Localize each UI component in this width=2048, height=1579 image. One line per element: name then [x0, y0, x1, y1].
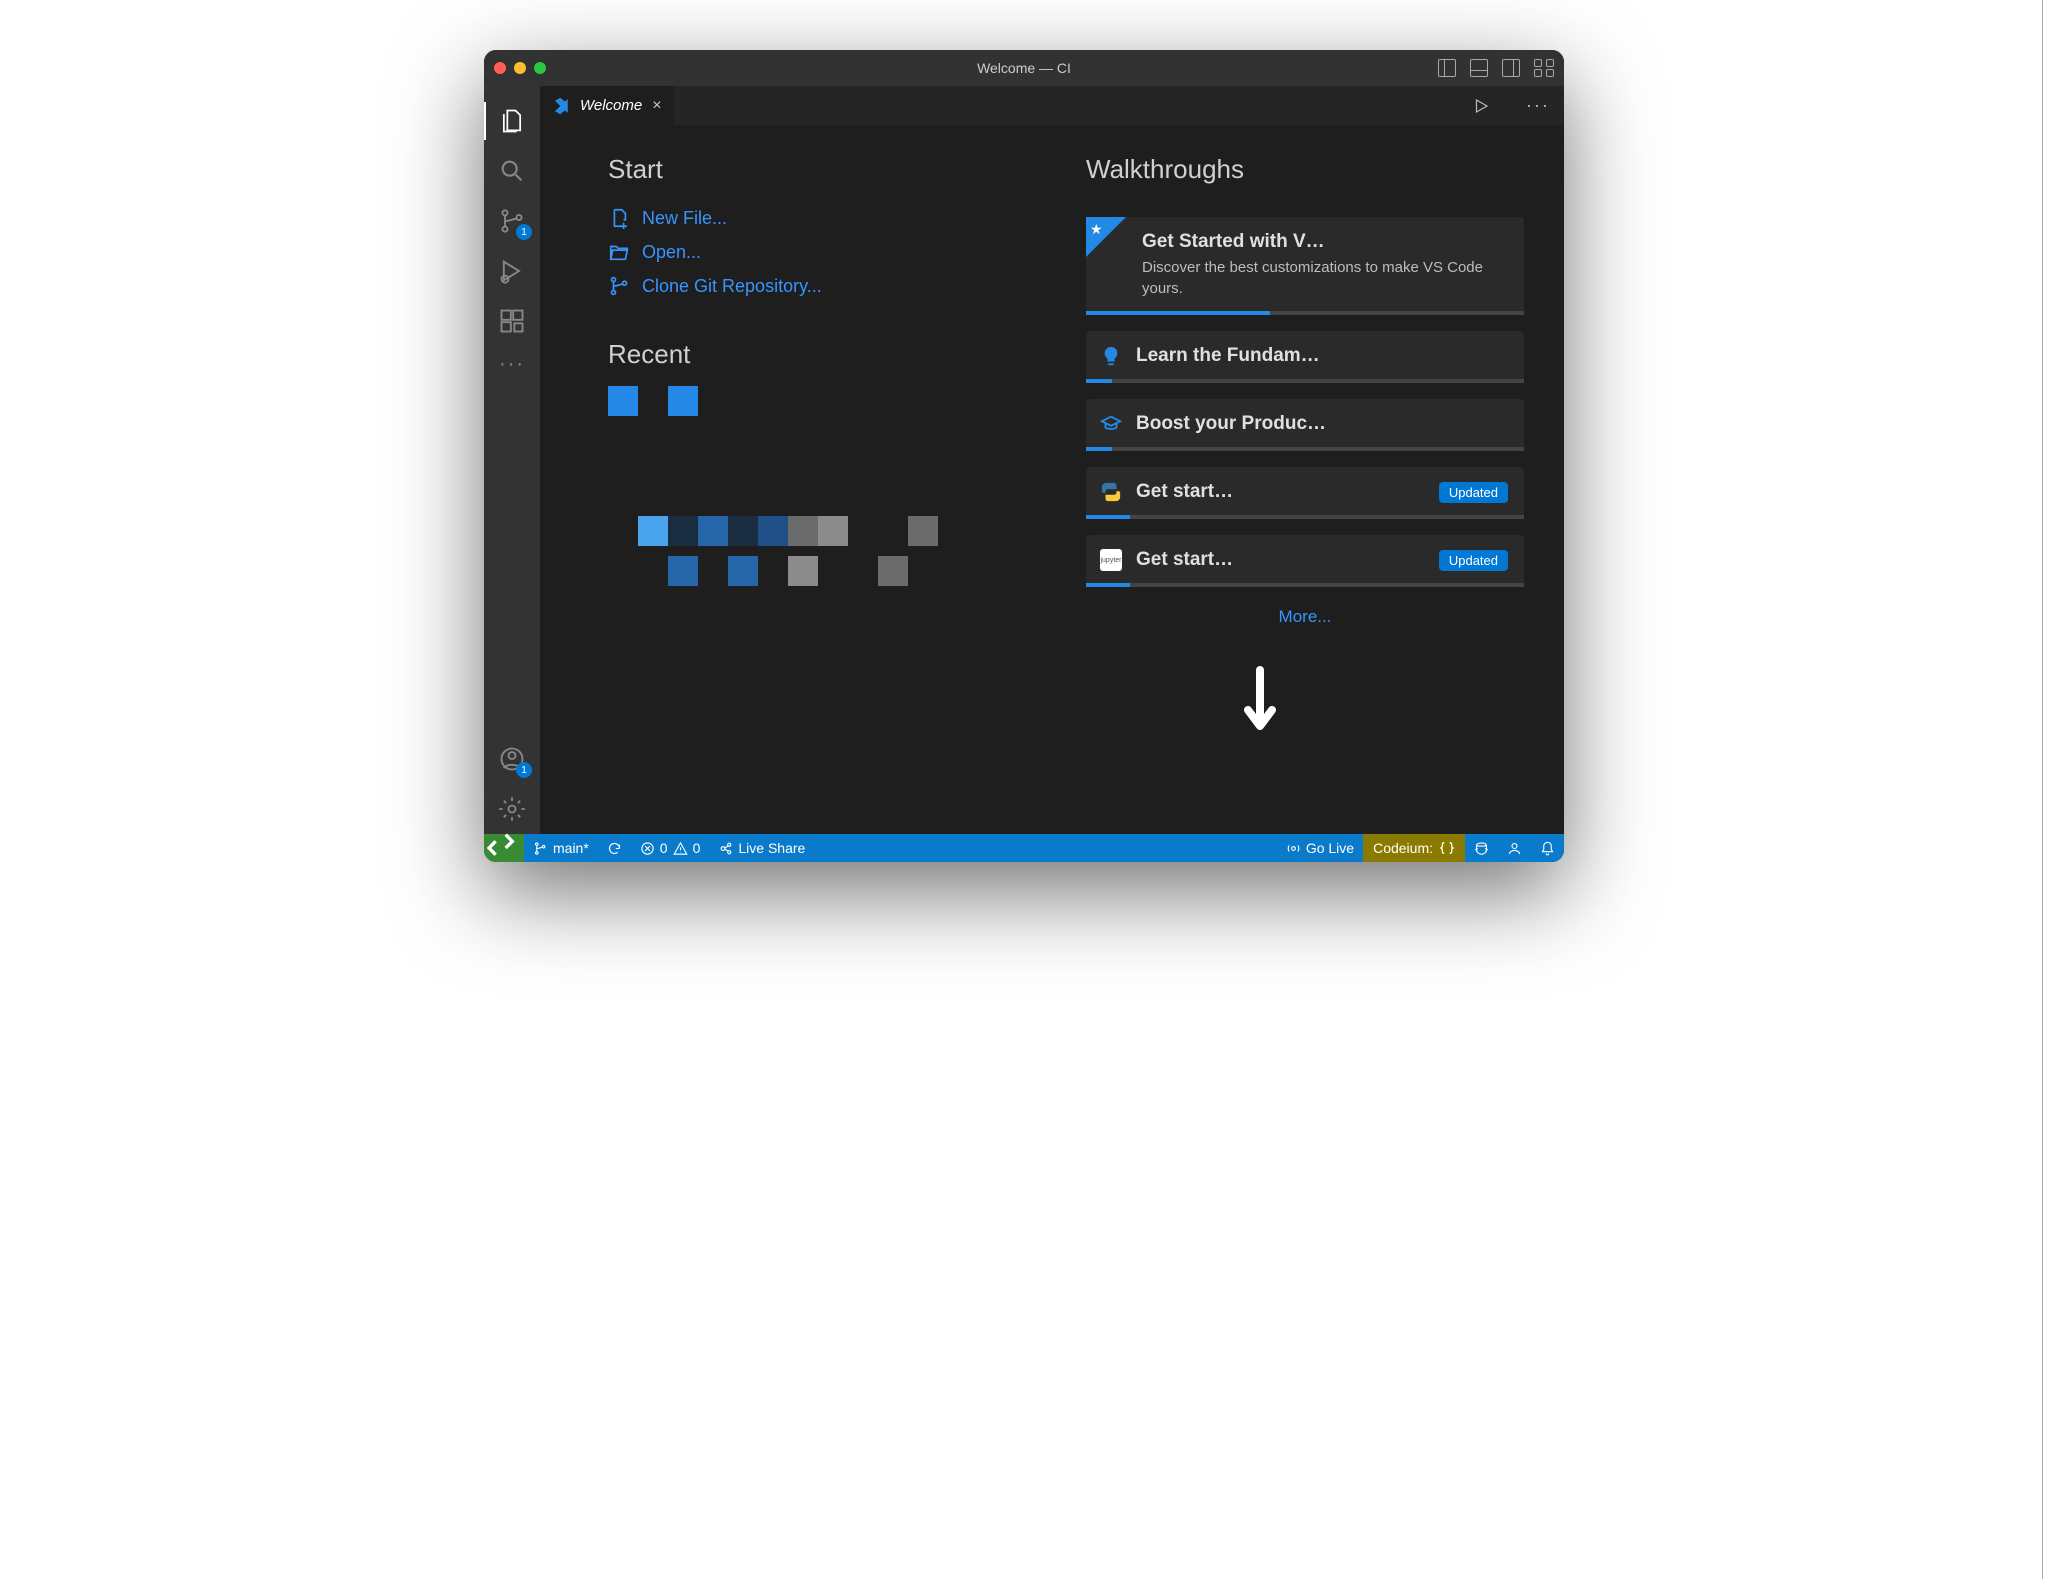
jupyter-icon: jupyter — [1100, 549, 1122, 571]
walkthrough-vscode-desc: Discover the best customizations to make… — [1142, 257, 1508, 299]
walkthrough-jupyter-title: Get start… — [1136, 549, 1429, 571]
git-branch-status[interactable]: main* — [524, 834, 598, 862]
tab-bar: Welcome × ··· — [540, 86, 1564, 126]
go-live-label: Go Live — [1306, 840, 1354, 856]
explorer-icon[interactable] — [484, 96, 540, 146]
vscode-file-icon — [552, 97, 570, 115]
editor-area: Welcome × ··· Start New File... — [540, 86, 1564, 834]
feedback-status[interactable] — [1498, 834, 1531, 862]
walkthrough-fundamentals-title: Learn the Fundam… — [1136, 345, 1508, 367]
window-title: Welcome — CI — [484, 60, 1564, 76]
accounts-icon[interactable]: 1 — [484, 734, 540, 784]
layout-controls — [1438, 59, 1554, 77]
run-debug-icon[interactable] — [484, 246, 540, 296]
accounts-badge: 1 — [516, 762, 532, 778]
recent-section: Recent — [608, 339, 1046, 586]
updated-badge: Updated — [1439, 482, 1508, 503]
tab-welcome[interactable]: Welcome × — [540, 86, 674, 125]
lightbulb-icon — [1100, 345, 1122, 367]
new-file-icon — [608, 207, 630, 229]
toggle-secondary-sidebar-icon[interactable] — [1502, 59, 1520, 77]
start-heading: Start — [608, 154, 1046, 185]
remote-indicator[interactable] — [484, 834, 524, 862]
walkthrough-productivity-title: Boost your Produc… — [1136, 413, 1508, 435]
vscode-window: Welcome — CI 1 · — [484, 50, 1564, 862]
run-icon[interactable] — [1472, 97, 1490, 115]
go-live-status[interactable]: Go Live — [1277, 834, 1363, 862]
walkthrough-productivity[interactable]: Boost your Produc… — [1086, 399, 1524, 451]
minimize-window-button[interactable] — [514, 62, 526, 74]
new-file-link[interactable]: New File... — [608, 201, 1046, 235]
start-column: Start New File... Open... Clone Git Repo… — [608, 154, 1046, 824]
open-label: Open... — [642, 242, 701, 263]
copilot-status[interactable] — [1465, 834, 1498, 862]
new-file-label: New File... — [642, 208, 727, 229]
walkthroughs-heading: Walkthroughs — [1086, 154, 1524, 185]
titlebar: Welcome — CI — [484, 50, 1564, 86]
recent-item-2[interactable] — [608, 516, 1046, 546]
walkthrough-python[interactable]: Get start… Updated — [1086, 467, 1524, 519]
graduation-cap-icon — [1100, 413, 1122, 435]
walkthroughs-column: Walkthroughs Get Started with V… Discove… — [1086, 154, 1524, 824]
folder-open-icon — [608, 241, 630, 263]
liveshare-label: Live Share — [738, 840, 805, 856]
walkthrough-jupyter[interactable]: jupyter Get start… Updated — [1086, 535, 1524, 587]
problems-status[interactable]: 0 0 — [631, 834, 710, 862]
recent-item-2b — [608, 556, 1046, 586]
braces-icon — [1439, 840, 1455, 856]
recent-item-1[interactable] — [608, 386, 1046, 416]
notifications-status[interactable] — [1531, 834, 1564, 862]
search-icon[interactable] — [484, 146, 540, 196]
walkthrough-vscode-title: Get Started with V… — [1142, 231, 1508, 253]
close-tab-icon[interactable]: × — [652, 97, 661, 115]
scm-badge: 1 — [516, 224, 532, 240]
python-icon — [1100, 481, 1122, 503]
window-controls — [494, 62, 546, 74]
more-walkthroughs-link[interactable]: More... — [1086, 607, 1524, 627]
errors-count: 0 — [660, 840, 668, 856]
liveshare-status[interactable]: Live Share — [709, 834, 814, 862]
walkthrough-fundamentals[interactable]: Learn the Fundam… — [1086, 331, 1524, 383]
walkthrough-python-title: Get start… — [1136, 481, 1429, 503]
close-window-button[interactable] — [494, 62, 506, 74]
codeium-label: Codeium: — [1373, 840, 1433, 856]
sync-status[interactable] — [598, 834, 631, 862]
source-control-icon[interactable]: 1 — [484, 196, 540, 246]
toggle-primary-sidebar-icon[interactable] — [1438, 59, 1456, 77]
activity-bar: 1 ··· 1 — [484, 86, 540, 834]
branch-name: main* — [553, 840, 589, 856]
maximize-window-button[interactable] — [534, 62, 546, 74]
warnings-count: 0 — [693, 840, 701, 856]
git-branch-icon — [608, 275, 630, 297]
clone-label: Clone Git Repository... — [642, 276, 822, 297]
toggle-panel-icon[interactable] — [1470, 59, 1488, 77]
recent-heading: Recent — [608, 339, 1046, 370]
walkthrough-vscode[interactable]: Get Started with V… Discover the best cu… — [1086, 217, 1524, 315]
updated-badge: Updated — [1439, 550, 1508, 571]
welcome-page: Start New File... Open... Clone Git Repo… — [540, 126, 1564, 834]
tab-label: Welcome — [580, 97, 642, 114]
settings-gear-icon[interactable] — [484, 784, 540, 834]
status-bar: main* 0 0 Live Share Go Live Codeium: — [484, 834, 1564, 862]
star-badge-icon — [1086, 217, 1126, 257]
activity-overflow[interactable]: ··· — [484, 346, 540, 386]
open-link[interactable]: Open... — [608, 235, 1046, 269]
editor-more-actions[interactable]: ··· — [1526, 95, 1550, 116]
clone-git-link[interactable]: Clone Git Repository... — [608, 269, 1046, 303]
codeium-status[interactable]: Codeium: — [1363, 834, 1465, 862]
extensions-icon[interactable] — [484, 296, 540, 346]
customize-layout-icon[interactable] — [1534, 59, 1554, 77]
